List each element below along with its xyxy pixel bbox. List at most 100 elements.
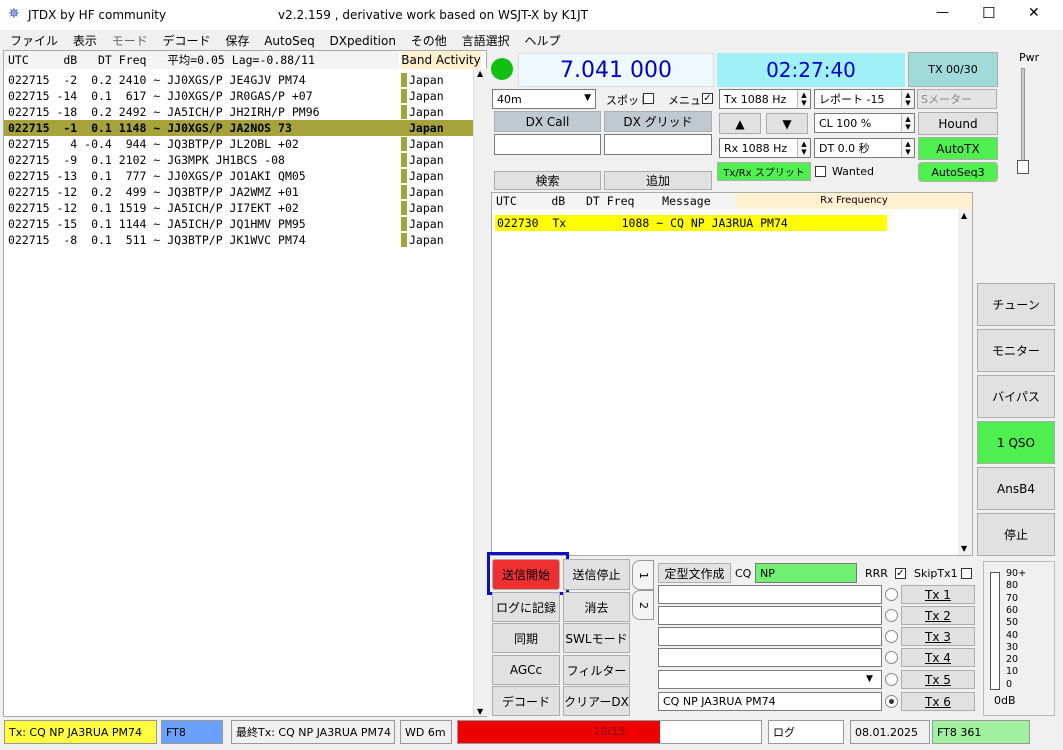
scroll-up-icon[interactable]: ▲ <box>477 69 483 78</box>
band-select[interactable]: 40m ▼ <box>492 89 596 109</box>
bypass-button[interactable]: バイパス <box>977 375 1055 418</box>
hound-button[interactable]: Hound <box>918 112 998 135</box>
decode-row[interactable]: 022715 -12 0.2 499 ~ JQ3BTP/P JA2WMZ +01… <box>4 184 474 200</box>
tx-frequency-spinbox[interactable]: Tx 1088 Hz ▲ ▼ <box>719 89 811 109</box>
tx6-message-input[interactable]: CQ NP JA3RUA PM74 <box>658 692 882 711</box>
minimize-button[interactable]: — <box>936 5 949 20</box>
tx-counter[interactable]: TX 00/30 <box>908 52 998 87</box>
auto-tx-button[interactable]: AutoTX <box>918 137 998 160</box>
tx6-radio[interactable] <box>885 695 898 708</box>
tx3-button[interactable]: Tx 3 <box>901 627 975 646</box>
add-button[interactable]: 追加 <box>604 171 712 190</box>
chevron-down-icon[interactable]: ▼ <box>866 674 873 684</box>
menu-language[interactable]: 言語選択 <box>462 34 510 48</box>
agc-button[interactable]: AGCc <box>492 655 560 685</box>
spin-arrows-icon[interactable]: ▲ ▼ <box>901 90 914 108</box>
tx6-button[interactable]: Tx 6 <box>901 692 975 711</box>
tx5-radio[interactable] <box>885 673 898 686</box>
menu-checkbox[interactable]: ✓ <box>702 93 713 104</box>
rx-message-line[interactable]: 022730 Tx 1088 ~ CQ NP JA3RUA PM74 <box>495 215 887 231</box>
dx-grid-input[interactable] <box>604 134 712 155</box>
tx2-message-input[interactable] <box>658 606 882 625</box>
menu-save[interactable]: 保存 <box>225 34 249 48</box>
stop-button[interactable]: 停止 <box>977 513 1055 556</box>
rrr-checkbox[interactable]: ✓ <box>895 568 906 579</box>
decode-row[interactable]: 022715 -2 0.2 2410 ~ JJ0XGS/P JE4GJV PM7… <box>4 72 474 88</box>
scroll-up-icon[interactable]: ▲ <box>961 211 967 220</box>
decode-row[interactable]: 022715 4 -0.4 944 ~ JQ3BTP/P JL2OBL +02 J… <box>4 136 474 152</box>
down-arrow-button[interactable]: ▼ <box>766 113 808 134</box>
menu-autoseq[interactable]: AutoSeq <box>264 34 314 48</box>
decode-row[interactable]: 022715 -13 0.1 777 ~ JJ0XGS/P JO1AKI QM0… <box>4 168 474 184</box>
tx5-button[interactable]: Tx 5 <box>901 670 975 689</box>
tx1-message-input[interactable] <box>658 585 882 604</box>
split-button[interactable]: Tx/Rx スプリット <box>717 162 811 181</box>
menu-help[interactable]: ヘルプ <box>524 34 560 48</box>
filter-button[interactable]: フィルター <box>563 655 630 685</box>
clear-dx-button[interactable]: クリアーDX <box>563 686 630 716</box>
power-slider-handle[interactable] <box>1017 160 1029 174</box>
erase-button[interactable]: 消去 <box>563 592 630 622</box>
tx5-message-input[interactable] <box>658 670 882 689</box>
tx4-message-input[interactable] <box>658 648 882 667</box>
dx-grid-button[interactable]: DX グリッド <box>604 111 712 132</box>
decode-row[interactable]: 022715 -9 0.1 2102 ~ JG3MPK JH1BCS -08 Ja… <box>4 152 474 168</box>
menu-view[interactable]: 表示 <box>73 34 97 48</box>
power-slider-track[interactable] <box>1021 68 1025 168</box>
tx4-button[interactable]: Tx 4 <box>901 648 975 667</box>
menu-file[interactable]: ファイル <box>10 34 58 48</box>
search-button[interactable]: 検索 <box>494 171 601 190</box>
decode-row[interactable]: 022715 -18 0.2 2492 ~ JA5ICH/P JH2IRH/P … <box>4 104 474 120</box>
spin-arrows-icon[interactable]: ▲ ▼ <box>901 139 914 157</box>
menu-dxpedition[interactable]: DXpedition <box>330 34 396 48</box>
decode-row[interactable]: 022715 -14 0.1 617 ~ JJ0XGS/P JR0GAS/P +… <box>4 88 474 104</box>
generate-messages-button[interactable]: 定型文作成 <box>658 563 731 583</box>
spin-arrows-icon[interactable]: ▲ ▼ <box>901 114 914 132</box>
one-qso-button[interactable]: 1 QSO <box>977 421 1055 464</box>
up-arrow-button[interactable]: ▲ <box>719 113 761 134</box>
rx-panel-scrollbar[interactable]: ▲ ▼ <box>958 209 972 555</box>
menu-other[interactable]: その他 <box>411 34 447 48</box>
decode-row[interactable]: 022715 -15 0.1 1144 ~ JA5ICH/P JQ1HMV PM… <box>4 216 474 232</box>
dx-call-button[interactable]: DX Call <box>494 111 601 132</box>
scroll-down-icon[interactable]: ▼ <box>477 707 483 716</box>
tx1-button[interactable]: Tx 1 <box>901 585 975 604</box>
ansb4-button[interactable]: AnsB4 <box>977 467 1055 510</box>
tx2-button[interactable]: Tx 2 <box>901 606 975 625</box>
rx-frequency-spinbox[interactable]: Rx 1088 Hz ▲ ▼ <box>719 138 811 158</box>
tx3-message-input[interactable] <box>658 627 882 646</box>
tab-2[interactable]: 2 <box>632 590 654 620</box>
decode-row[interactable]: 022715 -12 0.1 1519 ~ JA5ICH/P JI7EKT +0… <box>4 200 474 216</box>
tx1-radio[interactable] <box>885 588 898 601</box>
cl-spinbox[interactable]: CL 100 % ▲ ▼ <box>814 113 915 133</box>
cq-input[interactable]: NP <box>755 563 857 583</box>
tune-button[interactable]: チューン <box>977 283 1055 326</box>
dt-spinbox[interactable]: DT 0.0 秒 ▲ ▼ <box>814 138 915 158</box>
autoseq-button[interactable]: AutoSeq3 <box>918 162 998 182</box>
skip-tx1-checkbox[interactable] <box>961 568 972 579</box>
close-button[interactable]: ✕ <box>1028 5 1040 21</box>
decode-row[interactable]: 022715 -1 0.1 1148 ~ JJ0XGS/P JA2NOS 73 J… <box>4 120 474 136</box>
tx2-radio[interactable] <box>885 609 898 622</box>
swl-mode-button[interactable]: SWLモード <box>563 623 630 653</box>
spin-arrows-icon[interactable]: ▲ ▼ <box>797 139 810 157</box>
sync-button[interactable]: 同期 <box>492 623 560 653</box>
menu-decode[interactable]: デコード <box>163 34 211 48</box>
spin-arrows-icon[interactable]: ▲ ▼ <box>797 90 810 108</box>
tx4-radio[interactable] <box>885 651 898 664</box>
report-spinbox[interactable]: レポート -15 ▲ ▼ <box>814 89 915 109</box>
spot-checkbox[interactable] <box>643 93 654 104</box>
tab-1[interactable]: 1 <box>632 560 654 590</box>
tx3-radio[interactable] <box>885 630 898 643</box>
band-activity-scrollbar[interactable]: ▲ ▼ <box>473 69 487 716</box>
dx-call-input[interactable] <box>494 134 601 155</box>
s-meter-button[interactable]: Sメーター <box>917 89 997 109</box>
tx-enable-button[interactable]: 送信開始 <box>492 559 560 590</box>
decode-row[interactable]: 022715 -8 0.1 511 ~ JQ3BTP/P JK1WVC PM74… <box>4 232 474 248</box>
maximize-button[interactable]: ☐ <box>982 4 995 22</box>
monitor-button[interactable]: モニター <box>977 329 1055 372</box>
menu-mode[interactable]: モード <box>112 34 148 48</box>
halt-tx-button[interactable]: 送信停止 <box>563 559 630 590</box>
log-qso-button[interactable]: ログに記録 <box>492 592 560 622</box>
wanted-checkbox[interactable] <box>815 166 826 177</box>
